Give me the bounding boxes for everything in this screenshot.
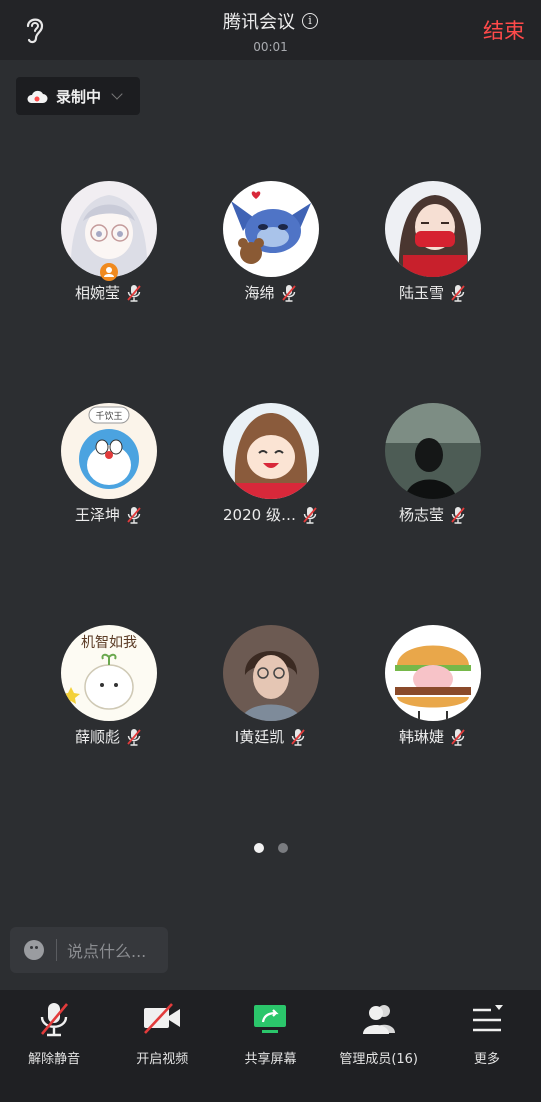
participant-name: 海绵: [244, 284, 275, 302]
avatar-sign-text: 机智如我: [81, 635, 137, 651]
share-screen-icon: [254, 1005, 287, 1033]
meeting-title[interactable]: 腾讯会议 i: [223, 8, 318, 34]
mic-muted-icon: [127, 506, 141, 524]
share-screen-label: 共享屏幕: [244, 1052, 297, 1067]
page-dot[interactable]: [277, 843, 288, 853]
recording-status-button[interactable]: 录制中: [16, 77, 140, 115]
chevron-down-icon: [111, 88, 123, 100]
avatar: [385, 403, 481, 499]
host-badge-icon: [100, 263, 118, 281]
participant-name: 相婉莹: [74, 284, 120, 302]
mic-muted-icon: [127, 284, 141, 302]
meeting-title-text: 腾讯会议: [223, 12, 295, 33]
more-menu-icon: [472, 1005, 503, 1032]
participant-name: 陆玉雪: [398, 284, 444, 302]
unmute-button[interactable]: 解除静音: [0, 990, 108, 1102]
manage-members-button[interactable]: 管理成员(16): [325, 990, 433, 1102]
participant-name: 韩琳婕: [398, 728, 444, 746]
page-dot-active[interactable]: [253, 843, 264, 853]
cloud-icon: [27, 90, 48, 103]
mic-muted-icon: [451, 728, 465, 746]
participant-name: 薛顺彪: [74, 728, 120, 746]
mic-muted-icon: [303, 506, 317, 524]
participant-name-row: 韩琳婕: [352, 726, 513, 747]
mic-muted-icon: [281, 284, 296, 302]
participant-tile[interactable]: 杨志莹: [352, 403, 513, 533]
chat-input[interactable]: 说点什么...: [10, 927, 168, 973]
members-icon: [362, 1005, 395, 1034]
avatar: [385, 181, 481, 277]
avatar: 千饮王: [61, 403, 157, 499]
start-video-label: 开启视频: [136, 1052, 189, 1067]
participant-name-row: 陆玉雪: [352, 282, 513, 303]
end-meeting-button[interactable]: 结束: [483, 15, 525, 45]
participant-tile[interactable]: 千饮王 王泽坤: [28, 403, 189, 533]
participant-tile[interactable]: 陆玉雪: [352, 181, 513, 311]
mic-muted-icon: [40, 1003, 69, 1037]
meeting-header: 腾讯会议 i 00:01 结束: [0, 0, 541, 60]
emoji-icon[interactable]: [24, 940, 44, 960]
meeting-timer: 00:01: [253, 40, 288, 54]
mic-muted-icon: [451, 506, 465, 524]
participant-name: I黄廷凯: [234, 728, 285, 746]
divider: [56, 939, 57, 961]
participant-name: 杨志莹: [398, 506, 444, 524]
avatar: [223, 625, 319, 721]
recording-label: 录制中: [56, 87, 102, 106]
bottom-toolbar: 解除静音 开启视频 共享屏幕 管理成员(16) 更多: [0, 990, 541, 1102]
participant-name-row: 薛顺彪: [28, 726, 189, 747]
avatar: [385, 625, 481, 721]
manage-members-label: 管理成员(16): [339, 1052, 418, 1067]
participant-name-row: I黄廷凯: [190, 726, 351, 747]
participant-tile[interactable]: 海绵: [190, 181, 351, 311]
page-indicator: [0, 843, 541, 853]
participant-tile[interactable]: 相婉莹: [28, 181, 189, 311]
mic-muted-icon: [291, 728, 305, 746]
participant-tile[interactable]: 2020 级…: [190, 403, 351, 533]
more-button[interactable]: 更多: [433, 990, 541, 1102]
more-label: 更多: [473, 1052, 500, 1067]
avatar: [223, 181, 319, 277]
participant-name: 王泽坤: [74, 506, 120, 524]
participant-name-row: 海绵: [190, 282, 351, 303]
participant-tile[interactable]: 韩琳婕: [352, 625, 513, 755]
participant-tile[interactable]: I黄廷凯: [190, 625, 351, 755]
share-screen-button[interactable]: 共享屏幕: [216, 990, 324, 1102]
participant-name-row: 杨志莹: [352, 504, 513, 525]
participant-name: 2020 级…: [223, 506, 296, 524]
video-off-icon: [144, 1003, 181, 1034]
participant-name-row: 2020 级…: [190, 504, 351, 525]
participant-name-row: 相婉莹: [28, 282, 189, 303]
start-video-button[interactable]: 开启视频: [108, 990, 216, 1102]
participant-name-row: 王泽坤: [28, 504, 189, 525]
participant-tile[interactable]: 机智如我 薛顺彪: [28, 625, 189, 755]
avatar: 机智如我: [61, 625, 157, 721]
avatar: [223, 403, 319, 499]
chat-placeholder: 说点什么...: [67, 942, 147, 961]
avatar-sign-text: 千饮王: [95, 410, 122, 422]
unmute-label: 解除静音: [28, 1052, 81, 1067]
mic-muted-icon: [127, 728, 141, 746]
info-icon[interactable]: i: [302, 13, 318, 29]
mic-muted-icon: [451, 284, 465, 302]
